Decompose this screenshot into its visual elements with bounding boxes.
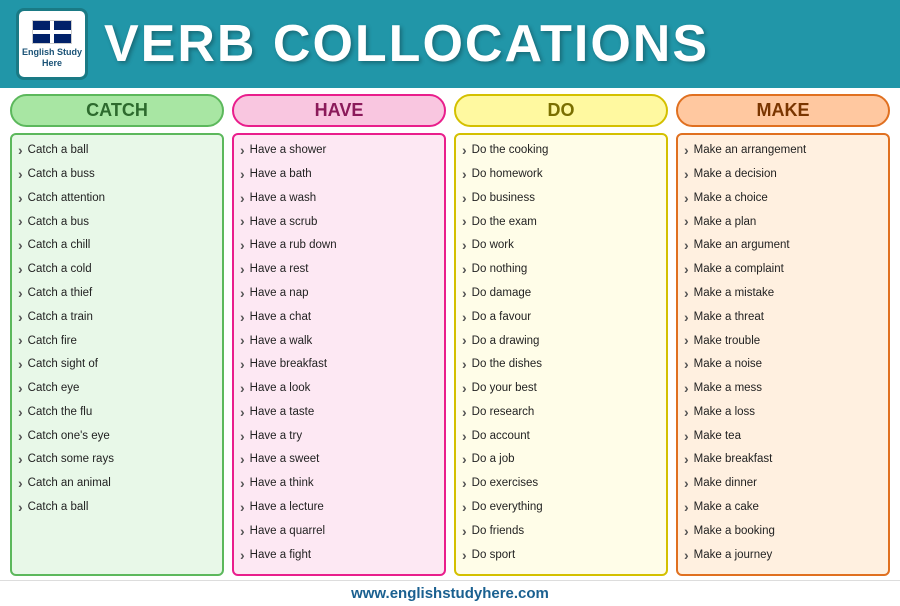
- list-item: Catch attention: [18, 187, 216, 211]
- column-do: DODo the cookingDo homeworkDo businessDo…: [454, 94, 668, 576]
- list-item: Make tea: [684, 425, 882, 449]
- col-list-have: Have a showerHave a bathHave a washHave …: [232, 133, 446, 576]
- list-item: Make a plan: [684, 210, 882, 234]
- col-header-do: DO: [454, 94, 668, 127]
- list-item: Make an argument: [684, 234, 882, 258]
- list-item: Have a nap: [240, 282, 438, 306]
- list-item: Do the cooking: [462, 139, 660, 163]
- column-make: MAKEMake an arrangementMake a decisionMa…: [676, 94, 890, 576]
- list-item: Have a rub down: [240, 234, 438, 258]
- list-item: Have a try: [240, 425, 438, 449]
- list-item: Have a rest: [240, 258, 438, 282]
- flag-icon: [32, 20, 72, 44]
- column-catch: CATCHCatch a ballCatch a bussCatch atten…: [10, 94, 224, 576]
- list-item: Catch a cold: [18, 258, 216, 282]
- list-item: Do everything: [462, 496, 660, 520]
- list-item: Catch an animal: [18, 472, 216, 496]
- list-item: Make a decision: [684, 163, 882, 187]
- list-item: Catch a ball: [18, 496, 216, 520]
- page-title: VERB COLLOCATIONS: [104, 14, 709, 74]
- list-item: Catch eye: [18, 377, 216, 401]
- list-item: Make trouble: [684, 329, 882, 353]
- list-item: Do business: [462, 187, 660, 211]
- list-item: Do account: [462, 425, 660, 449]
- list-item: Do your best: [462, 377, 660, 401]
- column-have: HAVEHave a showerHave a bathHave a washH…: [232, 94, 446, 576]
- list-item: Have a bath: [240, 163, 438, 187]
- list-item: Have breakfast: [240, 353, 438, 377]
- list-item: Make a cake: [684, 496, 882, 520]
- list-item: Do a favour: [462, 306, 660, 330]
- footer: www.englishstudyhere.com: [0, 580, 900, 606]
- list-item: Do the exam: [462, 210, 660, 234]
- list-item: Make a mistake: [684, 282, 882, 306]
- list-item: Have a taste: [240, 401, 438, 425]
- list-item: Do nothing: [462, 258, 660, 282]
- list-item: Make a journey: [684, 544, 882, 568]
- list-item: Have a scrub: [240, 210, 438, 234]
- list-item: Make dinner: [684, 472, 882, 496]
- page-wrapper: English StudyHere VERB COLLOCATIONS CATC…: [0, 0, 900, 606]
- list-item: Make a booking: [684, 520, 882, 544]
- list-item: Do work: [462, 234, 660, 258]
- list-item: Make a mess: [684, 377, 882, 401]
- header: English StudyHere VERB COLLOCATIONS: [0, 0, 900, 88]
- list-item: Make breakfast: [684, 448, 882, 472]
- list-item: Catch some rays: [18, 448, 216, 472]
- list-item: Have a quarrel: [240, 520, 438, 544]
- list-item: Have a look: [240, 377, 438, 401]
- col-list-do: Do the cookingDo homeworkDo businessDo t…: [454, 133, 668, 576]
- list-item: Make a loss: [684, 401, 882, 425]
- list-item: Make a choice: [684, 187, 882, 211]
- list-item: Do research: [462, 401, 660, 425]
- col-list-catch: Catch a ballCatch a bussCatch attentionC…: [10, 133, 224, 576]
- list-item: Have a think: [240, 472, 438, 496]
- list-item: Make a noise: [684, 353, 882, 377]
- list-item: Do homework: [462, 163, 660, 187]
- list-item: Catch fire: [18, 329, 216, 353]
- list-item: Have a sweet: [240, 448, 438, 472]
- col-header-make: MAKE: [676, 94, 890, 127]
- list-item: Have a walk: [240, 329, 438, 353]
- list-item: Catch a buss: [18, 163, 216, 187]
- list-item: Do a job: [462, 448, 660, 472]
- list-item: Do the dishes: [462, 353, 660, 377]
- list-item: Catch the flu: [18, 401, 216, 425]
- list-item: Have a wash: [240, 187, 438, 211]
- logo: English StudyHere: [16, 8, 88, 80]
- list-item: Do exercises: [462, 472, 660, 496]
- list-item: Have a chat: [240, 306, 438, 330]
- list-item: Catch a train: [18, 306, 216, 330]
- list-item: Catch a thief: [18, 282, 216, 306]
- list-item: Have a shower: [240, 139, 438, 163]
- logo-text: English StudyHere: [22, 47, 82, 69]
- list-item: Do a drawing: [462, 329, 660, 353]
- list-item: Have a lecture: [240, 496, 438, 520]
- list-item: Do sport: [462, 544, 660, 568]
- col-header-have: HAVE: [232, 94, 446, 127]
- col-list-make: Make an arrangementMake a decisionMake a…: [676, 133, 890, 576]
- list-item: Catch a bus: [18, 210, 216, 234]
- list-item: Catch a ball: [18, 139, 216, 163]
- list-item: Catch a chill: [18, 234, 216, 258]
- list-item: Do friends: [462, 520, 660, 544]
- list-item: Catch one's eye: [18, 425, 216, 449]
- list-item: Have a fight: [240, 544, 438, 568]
- col-header-catch: CATCH: [10, 94, 224, 127]
- list-item: Do damage: [462, 282, 660, 306]
- footer-url: www.englishstudyhere.com: [351, 585, 549, 602]
- list-item: Make a threat: [684, 306, 882, 330]
- content-area: CATCHCatch a ballCatch a bussCatch atten…: [0, 88, 900, 580]
- list-item: Make a complaint: [684, 258, 882, 282]
- list-item: Catch sight of: [18, 353, 216, 377]
- list-item: Make an arrangement: [684, 139, 882, 163]
